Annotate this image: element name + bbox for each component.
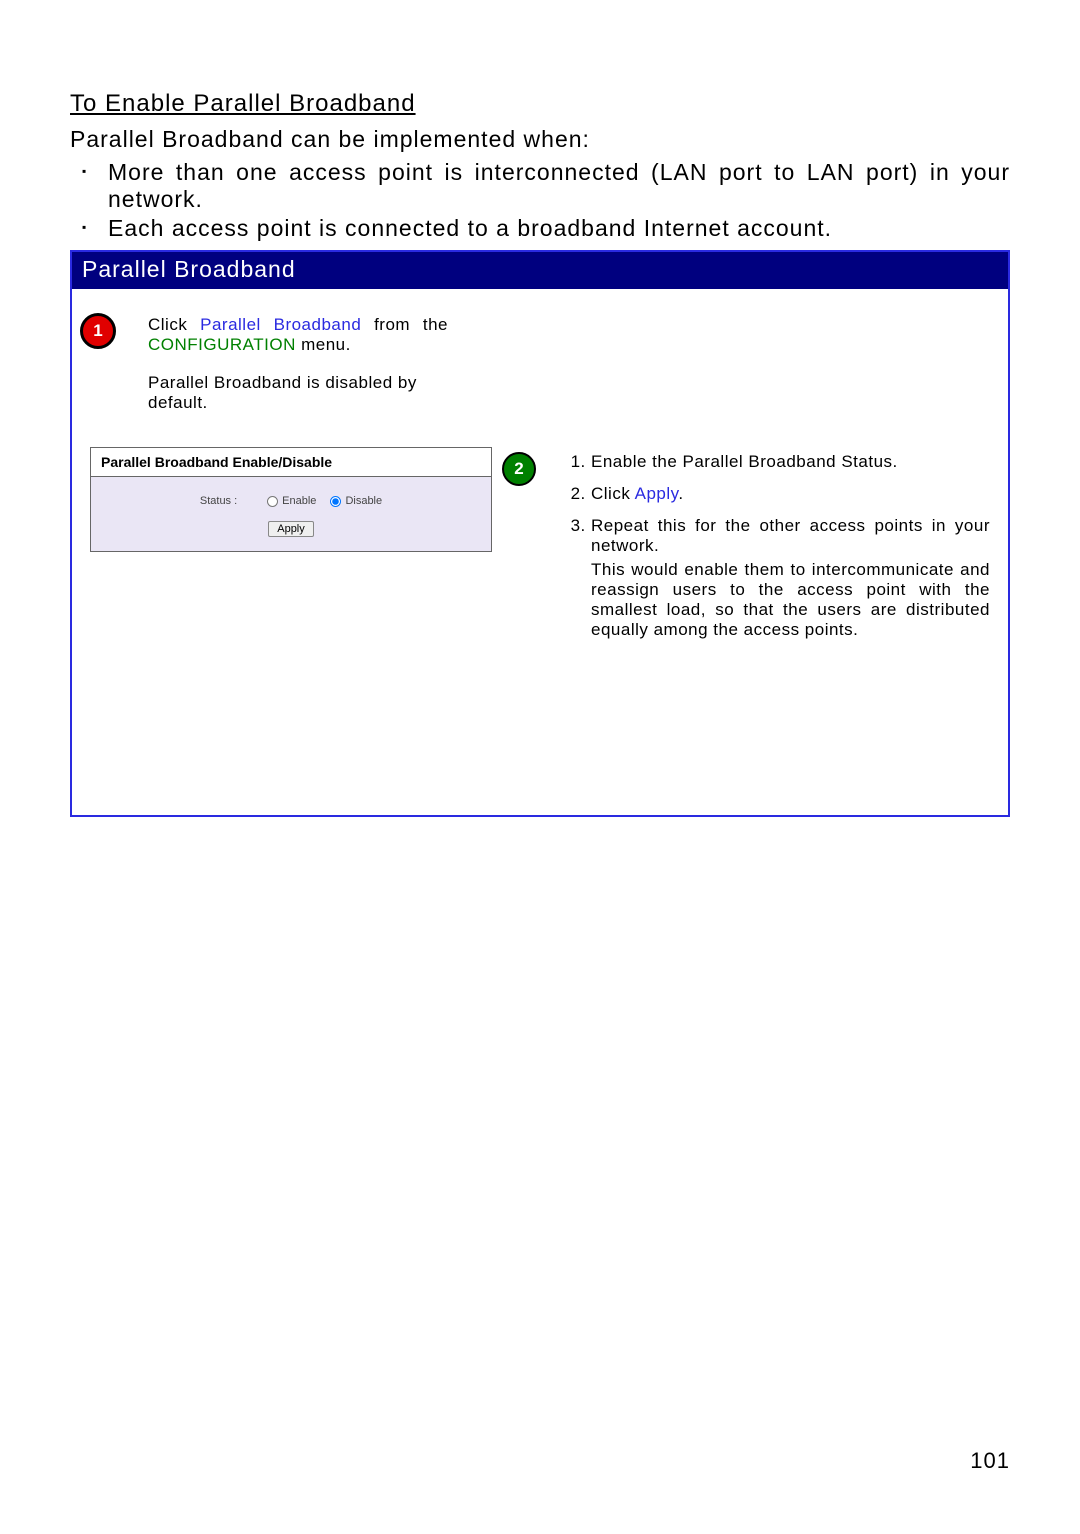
step2-text: Enable the Parallel Broadband Status. Cl… (547, 452, 990, 652)
text: menu. (296, 335, 351, 354)
step-badge-1: 1 (80, 313, 116, 349)
text: This would enable them to intercommunica… (591, 560, 990, 640)
box-header: Parallel Broadband (72, 252, 1008, 289)
list-item: Enable the Parallel Broadband Status. (591, 452, 990, 472)
text: Repeat this for the other access points … (591, 516, 990, 555)
menu-name: CONFIGURATION (148, 335, 296, 354)
step1-text: Click Parallel Broadband from the CONFIG… (148, 315, 448, 413)
text: from the (361, 315, 448, 334)
instruction-box: Parallel Broadband 1 Click Parallel Broa… (70, 250, 1010, 817)
text: Click (148, 315, 200, 334)
panel-body: Status : Enable Disable App (91, 477, 491, 551)
list-item: Each access point is connected to a broa… (70, 215, 1010, 242)
menu-item-link: Parallel Broadband (200, 315, 361, 334)
list-item: Repeat this for the other access points … (591, 516, 990, 640)
apply-button[interactable]: Apply (268, 521, 314, 537)
manual-page: To Enable Parallel Broadband Parallel Br… (0, 0, 1080, 1534)
list-item: More than one access point is interconne… (70, 159, 1010, 213)
disable-radio[interactable] (330, 496, 341, 507)
enable-label: Enable (282, 495, 316, 507)
requirements-list: More than one access point is interconne… (70, 159, 1010, 242)
page-number: 101 (970, 1448, 1010, 1474)
section-title: To Enable Parallel Broadband (70, 90, 1010, 118)
step1-note: Parallel Broadband is disabled by defaul… (148, 373, 448, 413)
radio-group: Enable Disable (267, 495, 382, 507)
panel-title: Parallel Broadband Enable/Disable (91, 448, 491, 477)
list-item: Click Apply. (591, 484, 990, 504)
disable-option[interactable]: Disable (330, 495, 382, 507)
step-badge-2: 2 (502, 452, 536, 486)
apply-link: Apply (635, 484, 679, 503)
disable-label: Disable (345, 495, 382, 507)
box-body: 1 Click Parallel Broadband from the CONF… (72, 289, 1008, 815)
text: . (678, 484, 683, 503)
enable-option[interactable]: Enable (267, 495, 316, 507)
enable-radio[interactable] (267, 496, 278, 507)
text: Click (591, 484, 635, 503)
status-row: Status : Enable Disable (101, 495, 481, 507)
intro-text: Parallel Broadband can be implemented wh… (70, 126, 1010, 153)
settings-panel: Parallel Broadband Enable/Disable Status… (90, 447, 492, 552)
status-label: Status : (200, 495, 237, 507)
